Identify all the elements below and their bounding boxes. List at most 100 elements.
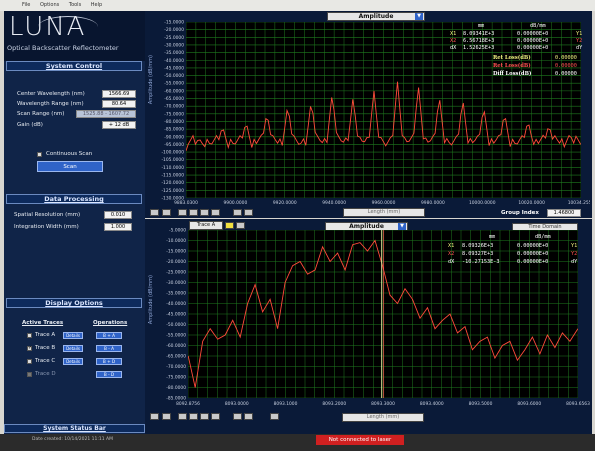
bottom-cursor-header-mm: mm: [489, 234, 496, 240]
data-processing-header: Data Processing: [6, 194, 142, 204]
bottom-y-tick-label: -5.0000: [169, 228, 186, 234]
bottom-marker-icon[interactable]: [189, 413, 198, 420]
bottom-x1-tag: X1: [448, 243, 455, 249]
center-wavelength-input[interactable]: 1566.69: [102, 90, 136, 98]
bottom-amplitude-select-label: Amplitude: [349, 223, 384, 230]
top-x-axis-select[interactable]: Length (mm): [343, 208, 425, 217]
trace-b-label: Trace B: [35, 345, 56, 351]
menu-file[interactable]: File: [22, 2, 30, 8]
top-y-tick-label: -25.0000: [164, 35, 184, 41]
bottom-cursor-icon[interactable]: [178, 413, 187, 420]
continuous-scan-checkbox[interactable]: [37, 152, 42, 157]
ret-loss-1-label: Ret Loss(dB): [493, 55, 531, 61]
menu-tools[interactable]: Tools: [69, 2, 81, 8]
trace-c-label: Trace C: [35, 358, 56, 364]
trace-d-checkbox[interactable]: [27, 372, 32, 377]
top-cursor-icon[interactable]: [178, 209, 187, 216]
top-marker-icon[interactable]: [189, 209, 198, 216]
ret-loss-2-value: 0.00000: [555, 63, 577, 69]
ret-loss-2-label: Ret Loss(dB): [493, 63, 531, 69]
scan-button[interactable]: Scan: [37, 161, 103, 172]
top-autoscale-icon[interactable]: [200, 209, 209, 216]
top-x-tick-label: 10000.0000: [469, 200, 496, 206]
spatial-resolution-input[interactable]: 0.010: [104, 211, 132, 219]
top-x-icon[interactable]: [233, 209, 242, 216]
trace-c-checkbox[interactable]: [27, 359, 32, 364]
trace-d-label: Trace D: [35, 371, 56, 377]
system-status-bar-header: System Status Bar: [4, 424, 145, 433]
bottom-y-tick-label: -50.0000: [166, 322, 186, 328]
bottom-x-icon[interactable]: [233, 413, 242, 420]
continuous-scan-label: Continuous Scan: [46, 151, 93, 157]
trace-c-details-button[interactable]: Details: [63, 358, 83, 365]
trace-b-details-button[interactable]: Details: [63, 345, 83, 352]
top-amplitude-select[interactable]: Amplitude ▼: [327, 12, 425, 21]
top-y-tick-label: -20.0000: [164, 27, 184, 33]
scan-range-label: Scan Range (nm): [17, 111, 65, 117]
luna-logo: LUNA: [9, 12, 87, 42]
bottom-y-tick-label: -20.0000: [166, 259, 186, 265]
trace-select[interactable]: Trace A: [189, 221, 223, 230]
bottom-grid-icon[interactable]: [211, 413, 220, 420]
top-y1-tag: Y1: [576, 31, 583, 37]
bottom-dx-db: 0.00000E+0: [517, 259, 549, 265]
bottom-y-icon[interactable]: [244, 413, 253, 420]
trace-a-details-button[interactable]: Details: [63, 332, 83, 339]
menu-options[interactable]: Options: [40, 2, 59, 8]
bottom-y-tick-label: -45.0000: [166, 312, 186, 318]
trace-a-checkbox[interactable]: [27, 333, 32, 338]
chevron-down-icon: ▼: [398, 223, 406, 230]
op-b-minus-a-button[interactable]: B - A: [96, 345, 122, 352]
trace-color-swatch[interactable]: [225, 222, 234, 229]
top-y-icon[interactable]: [244, 209, 253, 216]
bottom-x-tick-label: 8093.6000: [517, 401, 541, 407]
bottom-x-axis-select[interactable]: Length (mm): [342, 413, 424, 422]
gain-select[interactable]: + 12 dB: [102, 121, 136, 129]
top-x2-mm: 6.56718E+3: [463, 38, 495, 44]
bottom-export-icon[interactable]: [270, 413, 279, 420]
wavelength-range-label: Wavelength Range (nm): [17, 101, 84, 107]
top-dx-tag: dX: [450, 45, 457, 51]
system-control-header: System Control: [6, 61, 142, 71]
display-options-header: Display Options: [6, 298, 142, 308]
top-y-tick-label: -55.0000: [164, 81, 184, 87]
chevron-down-icon: ▼: [415, 13, 423, 20]
top-y-tick-label: -60.0000: [164, 88, 184, 94]
wavelength-range-input[interactable]: 80.64: [102, 100, 136, 108]
bottom-x2-mm: 8.09327E+3: [462, 251, 494, 257]
top-zoom-icon[interactable]: [150, 209, 159, 216]
bottom-y-tick-label: -75.0000: [166, 375, 186, 381]
bottom-pan-icon[interactable]: [162, 413, 171, 420]
top-y-tick-label: -45.0000: [164, 65, 184, 71]
top-x-tick-label: 10034.2555: [568, 200, 590, 206]
trace-a-label: Trace A: [35, 332, 56, 338]
bottom-y-tick-label: -55.0000: [166, 333, 186, 339]
bottom-x-tick-label: 8093.4000: [420, 401, 444, 407]
trace-b-checkbox[interactable]: ✓: [27, 345, 32, 351]
bottom-x-ticks: 8092.8756 8093.0000 8093.1000 8093.2000 8093…: [176, 401, 590, 407]
top-pan-icon[interactable]: [162, 209, 171, 216]
bottom-autoscale-icon[interactable]: [200, 413, 209, 420]
top-amplitude-select-label: Amplitude: [358, 13, 394, 20]
op-b-plus-a-button[interactable]: B + A: [96, 332, 122, 339]
operations-label: Operations: [93, 320, 128, 326]
top-x-tick-label: 9980.0000: [421, 200, 445, 206]
top-grid-icon[interactable]: [211, 209, 220, 216]
top-y-tick-label: -75.0000: [164, 111, 184, 117]
bottom-y2-tag: Y2: [571, 251, 578, 257]
menu-help[interactable]: Help: [91, 2, 102, 8]
integration-width-input[interactable]: 1.000: [104, 223, 132, 231]
top-cursor-header-db: dB/mm: [530, 23, 546, 29]
trace-tool-icon[interactable]: [236, 222, 245, 229]
top-x-tick-label: 9920.0000: [273, 200, 297, 206]
bottom-status-strip: Date created: 10/14/2021 11:11 AM Not co…: [0, 434, 595, 451]
group-index-input[interactable]: 1.46800: [547, 209, 581, 217]
bottom-x-tick-label: 8093.1000: [274, 401, 298, 407]
top-y-tick-label: -65.0000: [164, 96, 184, 102]
op-b-minus-d-button[interactable]: B - D: [96, 371, 122, 378]
top-y-tick-label: -95.0000: [164, 142, 184, 148]
bottom-cursor-header-db: dB/mm: [535, 234, 551, 240]
op-b-plus-d-button[interactable]: B + D: [96, 358, 122, 365]
bottom-zoom-icon[interactable]: [150, 413, 159, 420]
top-y-tick-label: -40.0000: [164, 58, 184, 64]
